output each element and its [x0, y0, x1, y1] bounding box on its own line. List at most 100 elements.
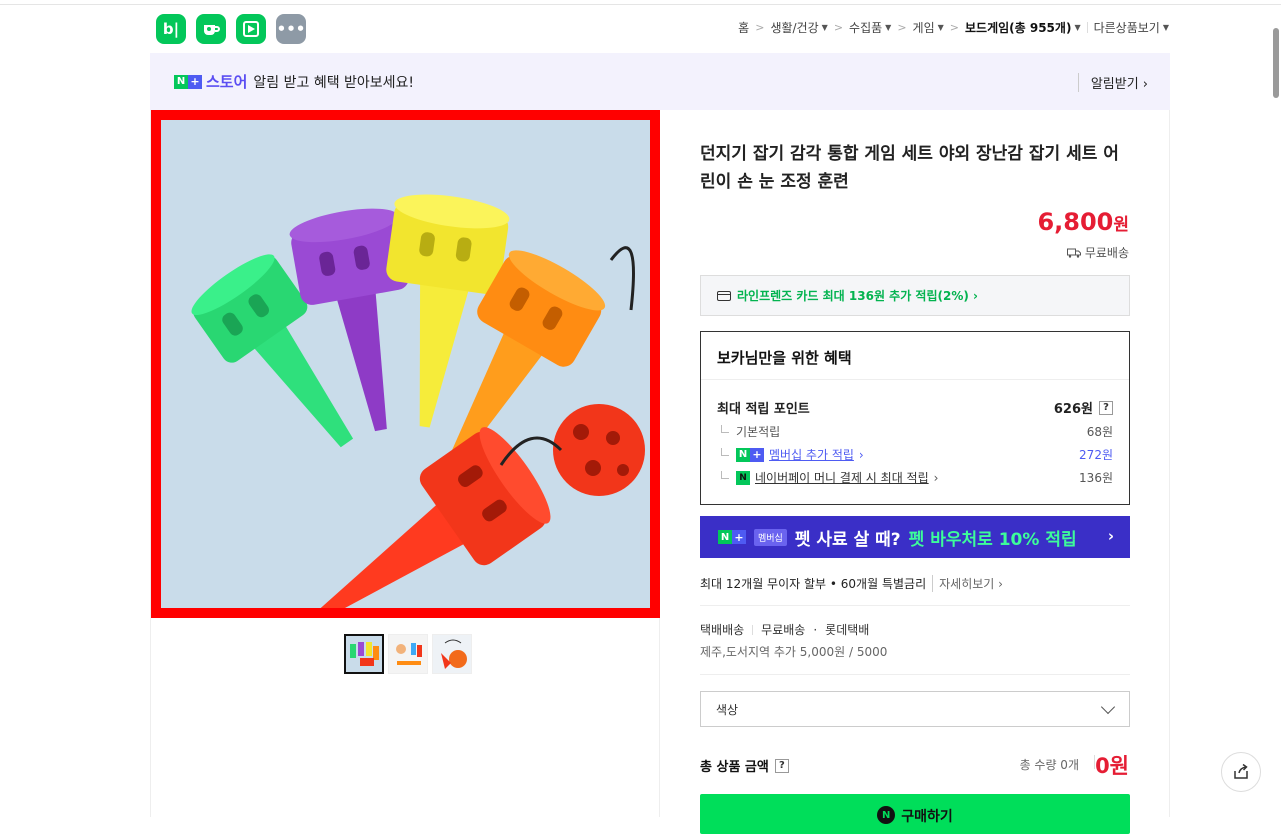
basic-points-row: 기본적립 68원 — [717, 423, 1113, 440]
help-icon[interactable]: ? — [774, 758, 789, 773]
max-points-value: 626원 — [1053, 402, 1093, 417]
breadcrumb-separator: > — [755, 21, 765, 34]
breadcrumb-label: 보드게임(총 955개) — [965, 21, 1072, 35]
basic-points-label: 기본적립 — [736, 425, 781, 439]
thumbnail-3[interactable] — [432, 634, 472, 674]
breadcrumb-home[interactable]: 홈 — [738, 19, 749, 36]
card-offer-text: 라인프렌즈 카드 최대 136원 추가 적립(2%) › — [737, 289, 978, 303]
shipping-info: 무료배송 — [1066, 244, 1129, 261]
max-points-label: 최대 적립 포인트 — [717, 402, 810, 417]
credit-card-icon — [717, 290, 731, 301]
banner-message: 알림 받고 혜택 받아보세요! — [253, 74, 415, 91]
breadcrumb-collectibles[interactable]: 수집품 ▼ — [849, 19, 891, 36]
membership-points-row: N + 멤버십 추가 적립 › 272원 — [717, 446, 1113, 463]
naver-plus-logo: N + — [718, 530, 746, 544]
membership-chip: 멤버십 — [754, 528, 787, 546]
membership-points-link[interactable]: 멤버십 추가 적립 — [769, 446, 854, 463]
cafe-icon[interactable] — [196, 14, 226, 44]
share-icon — [1234, 763, 1248, 779]
npay-icon: N — [877, 806, 896, 824]
breadcrumb-label: 수집품 — [849, 21, 883, 35]
product-price: 6,800원 — [1037, 208, 1129, 236]
store-notify-banner: N + 스토어 알림 받고 혜택 받아보세요! 알림받기 › — [150, 53, 1170, 110]
benefit-title: 보카님만을 위한 혜택 — [701, 332, 1129, 380]
membership-points-value: 272원 — [1079, 448, 1113, 462]
scrollbar[interactable] — [1273, 28, 1279, 98]
share-button[interactable] — [1221, 752, 1261, 792]
price-unit: 원 — [1113, 215, 1129, 235]
thumbnail-1[interactable] — [344, 634, 384, 674]
breadcrumb-separator: > — [949, 21, 959, 34]
tree-branch-icon — [721, 470, 729, 479]
installment-more-link[interactable]: 자세히보기 › — [932, 575, 1003, 592]
breadcrumb-label: 생활/건강 — [770, 21, 819, 35]
other-products-dropdown[interactable]: 다른상품보기 ▼ — [1094, 19, 1169, 36]
truck-icon — [1066, 248, 1081, 258]
product-image-panel — [150, 110, 660, 817]
delivery-fee: 무료배송 — [761, 623, 806, 637]
delivery-carrier: 롯데택배 — [825, 623, 870, 637]
breadcrumb-label: 다른상품보기 — [1093, 21, 1160, 35]
breadcrumb: 홈 > 생활/건강 ▼ > 수집품 ▼ > 게임 ▼ > 보드게임(총 955개) ▼ … — [738, 19, 1169, 36]
breadcrumb-games[interactable]: 게임 ▼ — [913, 19, 944, 36]
chevron-down-icon — [1100, 699, 1116, 715]
breadcrumb-board-games[interactable]: 보드게임(총 955개) ▼ — [965, 19, 1081, 36]
breadcrumb-label: 게임 — [912, 21, 935, 35]
caret-down-icon: ▼ — [1162, 23, 1169, 32]
thumbnail-strip — [344, 634, 472, 674]
more-apps-icon[interactable]: ••• — [276, 14, 306, 44]
buy-button[interactable]: N 구매하기 — [700, 794, 1130, 834]
shopping-icon[interactable] — [236, 14, 266, 44]
total-label-wrap: 총 상품 금액 ? — [700, 756, 789, 775]
tree-branch-icon — [721, 447, 729, 456]
installment-info: 최대 12개월 무이자 할부 • 60개월 특별금리 자세히보기 › — [700, 575, 1130, 592]
tree-branch-icon — [721, 424, 729, 433]
delivery-divider — [752, 624, 754, 635]
total-amount: 0원 — [1095, 754, 1129, 778]
caret-down-icon: ▼ — [937, 23, 944, 32]
npay-icon: N — [736, 470, 750, 485]
delivery-row: 택배배송 무료배송 · 롯데택배 — [700, 621, 869, 638]
max-points-row: 최대 적립 포인트 626원? — [717, 398, 1113, 417]
card-offer[interactable]: 라인프렌즈 카드 최대 136원 추가 적립(2%) › — [700, 275, 1130, 316]
total-quantity: 총 수량 0개 — [1019, 758, 1079, 772]
blog-icon[interactable]: b| — [156, 14, 186, 44]
caret-down-icon: ▼ — [885, 23, 892, 32]
breadcrumb-divider — [1086, 22, 1088, 33]
chevron-right-icon: › — [933, 470, 939, 485]
breadcrumb-separator: > — [897, 21, 907, 34]
benefit-box: 보카님만을 위한 혜택 최대 적립 포인트 626원? 기본적립 68원 N + 멤… — [700, 331, 1130, 505]
buy-label: 구매하기 — [901, 809, 953, 825]
caret-down-icon: ▼ — [821, 23, 828, 32]
product-title: 던지기 잡기 감각 통합 게임 세트 야외 장난감 잡기 세트 어린이 손 눈 … — [700, 144, 1119, 192]
divider — [700, 605, 1130, 606]
notify-button[interactable]: 알림받기 › — [1077, 73, 1148, 92]
npay-points-link[interactable]: 네이버페이 머니 결제 시 최대 적립 — [755, 469, 929, 486]
caret-down-icon: ▼ — [1074, 23, 1081, 32]
app-icons: b| ••• — [156, 14, 306, 44]
pet-voucher-banner[interactable]: N + 멤버십 펫 사료 살 때? 펫 바우처로 10% 적립 › — [700, 516, 1130, 558]
shipping-label: 무료배송 — [1084, 246, 1129, 260]
npay-points-value: 136원 — [1079, 471, 1113, 485]
color-option-label: 색상 — [716, 702, 739, 717]
divider — [700, 674, 1130, 675]
price-value: 6,800 — [1037, 208, 1114, 236]
top-divider — [0, 4, 1281, 5]
breadcrumb-separator: > — [833, 21, 844, 34]
help-icon[interactable]: ? — [1099, 400, 1113, 415]
main-product-image[interactable] — [151, 110, 660, 618]
chevron-right-icon: › — [1107, 527, 1114, 545]
product-info-panel: 던지기 잡기 감각 통합 게임 세트 야외 장난감 잡기 세트 어린이 손 눈 … — [660, 110, 1170, 834]
installment-text: 최대 12개월 무이자 할부 • 60개월 특별금리 — [700, 577, 927, 591]
thumbnail-2[interactable] — [388, 634, 428, 674]
npay-points-row: N 네이버페이 머니 결제 시 최대 적립 › 136원 — [717, 469, 1113, 486]
breadcrumb-living-health[interactable]: 생활/건강 ▼ — [770, 19, 827, 36]
total-label: 총 상품 금액 — [700, 760, 769, 775]
delivery-dot: · — [813, 622, 818, 637]
delivery-extra: 제주,도서지역 추가 5,000원 / 5000 — [700, 645, 888, 659]
color-option-select[interactable]: 색상 — [700, 691, 1130, 727]
naver-plus-logo: N + — [736, 447, 764, 462]
chevron-right-icon: › — [858, 447, 864, 462]
pet-banner-offer: 펫 바우처로 10% 적립 — [908, 529, 1077, 550]
delivery-method: 택배배송 — [700, 623, 745, 637]
